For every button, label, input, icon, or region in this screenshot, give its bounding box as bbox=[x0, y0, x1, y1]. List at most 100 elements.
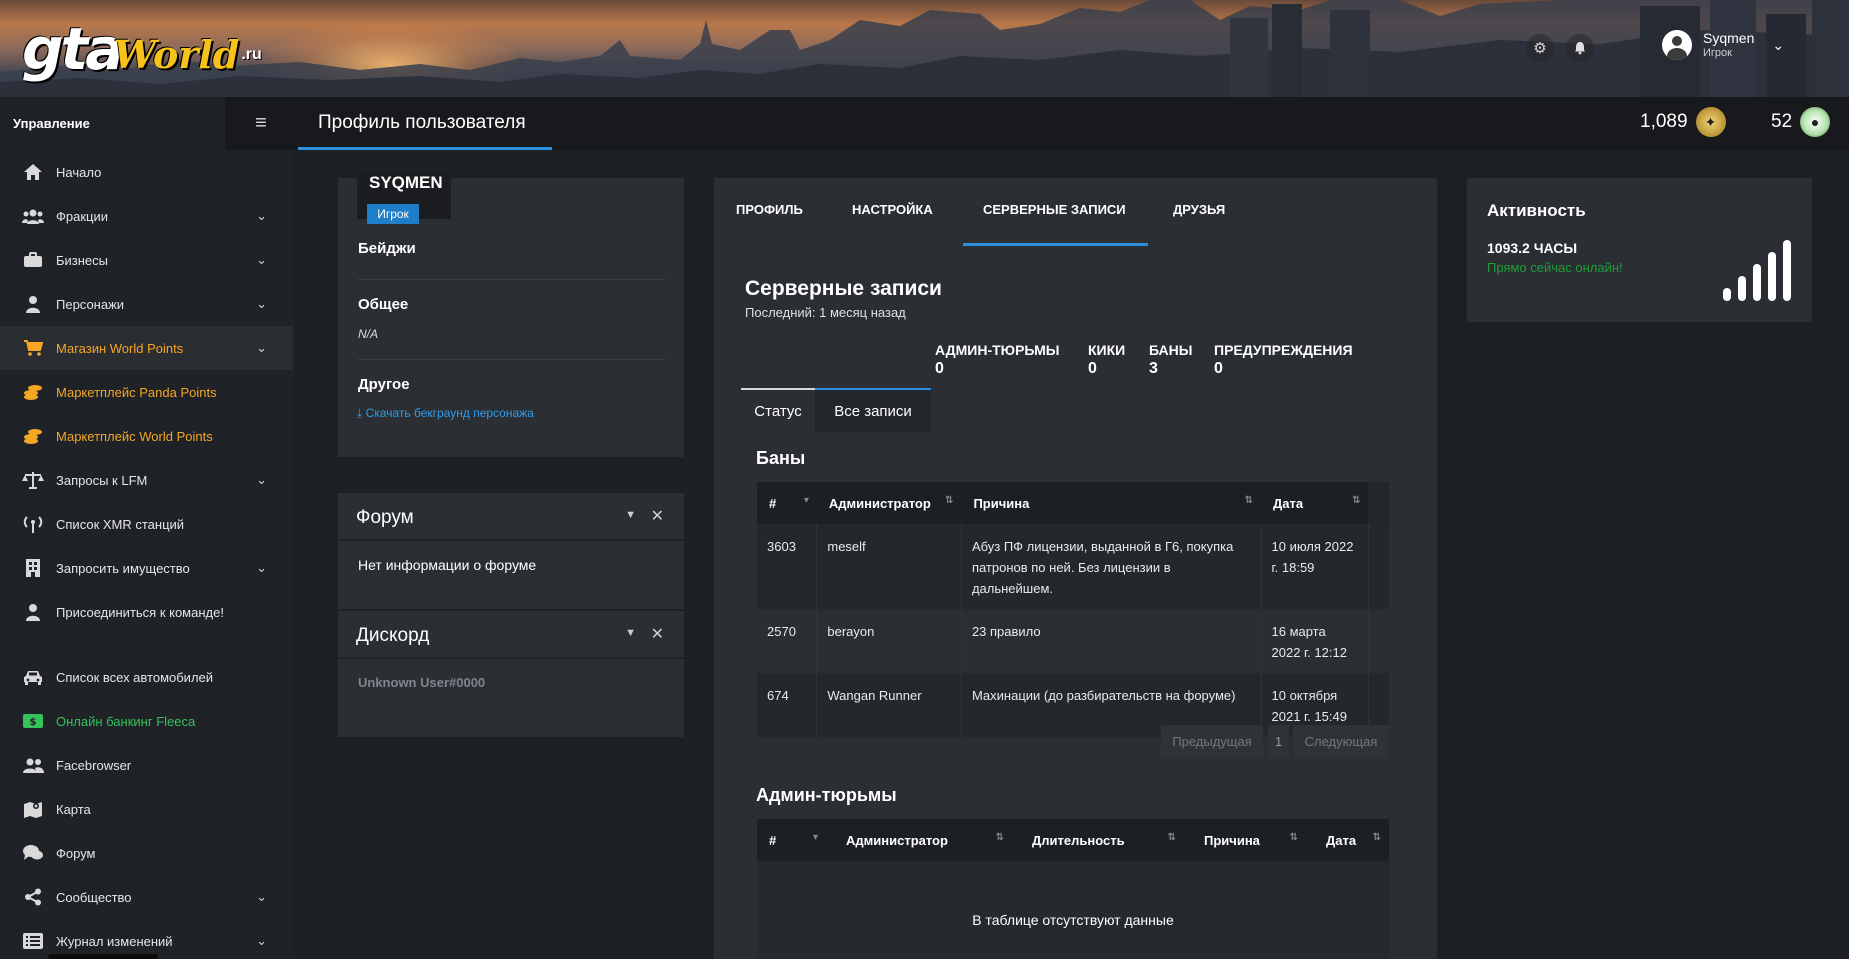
sidebar-item-facebrowser[interactable]: Facebrowser bbox=[0, 743, 293, 787]
world-points-coin-icon: ✦ bbox=[1695, 107, 1726, 137]
coins-icon bbox=[22, 426, 44, 446]
sort-icon: ▾ bbox=[803, 495, 809, 506]
sidebar-item-xmr-stations[interactable]: Список XMR станций bbox=[0, 502, 293, 546]
sidebar-item-home[interactable]: Начало bbox=[0, 150, 293, 194]
sidebar-item-vehicles[interactable]: Список всех автомобилей bbox=[0, 655, 293, 699]
collapse-caret-icon[interactable]: ▼ bbox=[625, 509, 636, 521]
divider bbox=[358, 359, 665, 360]
column-header-admin[interactable]: Администратор ⇅ bbox=[826, 819, 1012, 861]
briefcase-icon bbox=[22, 250, 44, 270]
close-icon[interactable]: ✕ bbox=[651, 624, 664, 644]
download-background-link[interactable]: ⤓ Скачать бекграунд персонажа bbox=[357, 406, 534, 421]
top-bar: Управление ≡ Профиль пользователя 1,089 … bbox=[0, 97, 1849, 150]
building-icon bbox=[22, 558, 44, 578]
sidebar-item-map[interactable]: Карта bbox=[0, 787, 293, 831]
tab-settings[interactable]: НАСТРОЙКА bbox=[852, 202, 933, 217]
column-header-id[interactable]: # ▾ bbox=[757, 819, 826, 861]
column-header-id[interactable]: # ▾ bbox=[757, 482, 817, 524]
comments-icon bbox=[22, 843, 44, 863]
signal-bar bbox=[1753, 264, 1761, 301]
bell-icon[interactable] bbox=[1566, 34, 1594, 62]
sidebar-item-factions[interactable]: Фракции ⌄ bbox=[0, 194, 293, 238]
sort-icon: ⇅ bbox=[1352, 495, 1361, 506]
sidebar-item-community[interactable]: Сообщество ⌄ bbox=[0, 875, 293, 919]
gtaworld-logo[interactable]: gta World .ru bbox=[22, 14, 262, 78]
subtab-all-records[interactable]: Все записи bbox=[815, 390, 931, 432]
bans-table: # ▾ Администратор ⇅ Причина ⇅ Дата ⇅ 3603 me… bbox=[757, 482, 1389, 737]
sidebar-item-world-points-shop[interactable]: Магазин World Points ⌄ bbox=[0, 326, 293, 370]
sidebar-item-join-team[interactable]: Присоединиться к команде! bbox=[0, 590, 293, 634]
empty-table-message: В таблице отсутствуют данные bbox=[972, 912, 1174, 928]
tab-profile[interactable]: ПРОФИЛЬ bbox=[736, 202, 803, 217]
sidebar: Начало Фракции ⌄ Бизнесы ⌄ Персонажи ⌄ М… bbox=[0, 150, 293, 959]
other-label: Другое bbox=[358, 376, 410, 393]
stat-value: 0 bbox=[1088, 360, 1097, 378]
gear-icon[interactable]: ⚙ bbox=[1526, 34, 1554, 62]
sidebar-item-label: Запросить имущество bbox=[56, 560, 190, 576]
money-icon: $ bbox=[22, 711, 44, 731]
stat-value: 0 bbox=[935, 360, 944, 378]
sidebar-item-label: Форум bbox=[56, 845, 96, 861]
sidebar-item-forum[interactable]: Форум bbox=[0, 831, 293, 875]
column-header-reason[interactable]: Причина ⇅ bbox=[961, 482, 1261, 524]
cell-reason: 23 правило bbox=[960, 609, 1261, 673]
sort-icon: ⇅ bbox=[1244, 495, 1253, 506]
table-row[interactable]: 3603 meself Абуз ПФ лицензии, выданной в… bbox=[757, 524, 1389, 609]
world-points-value: 1,089 bbox=[1640, 111, 1688, 132]
world-points-balance[interactable]: 1,089 ✦ bbox=[1640, 107, 1726, 137]
column-header-date[interactable]: Дата ⇅ bbox=[1306, 819, 1389, 861]
column-header-reason[interactable]: Причина ⇅ bbox=[1184, 819, 1306, 861]
records-last: Последний: 1 месяц назад bbox=[745, 305, 906, 320]
discord-widget-body: Unknown User#0000 bbox=[338, 659, 684, 737]
column-header-admin[interactable]: Администратор ⇅ bbox=[816, 482, 962, 524]
sidebar-item-businesses[interactable]: Бизнесы ⌄ bbox=[0, 238, 293, 282]
role-badge: Игрок bbox=[367, 204, 419, 224]
online-status: Прямо сейчас онлайн! bbox=[1487, 260, 1623, 275]
scroll-gutter bbox=[1367, 609, 1389, 673]
collapse-caret-icon[interactable]: ▼ bbox=[625, 627, 636, 639]
bans-title: Баны bbox=[756, 448, 806, 468]
pager-next-button[interactable]: Следующая bbox=[1293, 725, 1389, 758]
page-title: Профиль пользователя bbox=[318, 112, 526, 133]
pager-page-1[interactable]: 1 bbox=[1268, 725, 1289, 758]
cell-admin: meself bbox=[816, 524, 962, 609]
sidebar-item-characters[interactable]: Персонажи ⌄ bbox=[0, 282, 293, 326]
sidebar-item-fleeca-banking[interactable]: $ Онлайн банкинг Fleeca bbox=[0, 699, 293, 743]
user-menu[interactable]: Syqmen Игрок ⌄ bbox=[1662, 30, 1784, 60]
users-icon bbox=[22, 206, 44, 226]
sidebar-scrollbar[interactable] bbox=[48, 954, 158, 959]
tab-server-records[interactable]: СЕРВЕРНЫЕ ЗАПИСИ bbox=[983, 202, 1126, 217]
column-header-date[interactable]: Дата ⇅ bbox=[1261, 482, 1369, 524]
forum-widget-body: Нет информации о форуме bbox=[338, 541, 684, 609]
cell-id: 674 bbox=[757, 673, 817, 737]
menu-toggle-icon[interactable]: ≡ bbox=[225, 97, 297, 150]
sidebar-item-label: Персонажи bbox=[56, 296, 125, 312]
sidebar-item-label: Маркетплейс World Points bbox=[56, 428, 213, 444]
signal-bar bbox=[1723, 288, 1731, 301]
profile-name: SYQMEN bbox=[369, 173, 443, 192]
sort-icon: ⇅ bbox=[1167, 832, 1176, 843]
stat-label: КИКИ bbox=[1088, 342, 1126, 358]
sidebar-item-panda-marketplace[interactable]: Маркетплейс Panda Points bbox=[0, 370, 293, 414]
tab-friends[interactable]: ДРУЗЬЯ bbox=[1173, 202, 1225, 217]
stat-value: 0 bbox=[1214, 360, 1223, 378]
sidebar-item-label: Список всех автомобилей bbox=[56, 669, 214, 685]
subtab-status[interactable]: Статус bbox=[741, 390, 815, 432]
sidebar-item-changelog[interactable]: Журнал изменений ⌄ bbox=[0, 919, 293, 959]
panda-points-balance[interactable]: 52 ● bbox=[1771, 107, 1831, 137]
chevron-down-icon: ⌄ bbox=[256, 560, 267, 575]
sidebar-item-label: Фракции bbox=[56, 208, 108, 224]
column-header-duration[interactable]: Длительность ⇅ bbox=[1012, 819, 1184, 861]
signal-bar bbox=[1738, 276, 1746, 301]
sidebar-item-label: Маркетплейс Panda Points bbox=[56, 384, 217, 400]
sidebar-item-request-property[interactable]: Запросить имущество ⌄ bbox=[0, 546, 293, 590]
sidebar-item-lfm-requests[interactable]: Запросы к LFM ⌄ bbox=[0, 458, 293, 502]
activity-title: Активность bbox=[1487, 201, 1586, 220]
sidebar-item-world-marketplace[interactable]: Маркетплейс World Points bbox=[0, 414, 293, 458]
table-scrollbar[interactable] bbox=[1368, 482, 1389, 524]
close-icon[interactable]: ✕ bbox=[651, 506, 664, 526]
sort-icon: ⇅ bbox=[995, 832, 1004, 843]
pager-prev-button[interactable]: Предыдущая bbox=[1161, 725, 1263, 758]
table-row[interactable]: 2570 berayon 23 правило 16 марта 2022 г.… bbox=[757, 609, 1389, 673]
chevron-down-icon: ⌄ bbox=[256, 889, 267, 904]
